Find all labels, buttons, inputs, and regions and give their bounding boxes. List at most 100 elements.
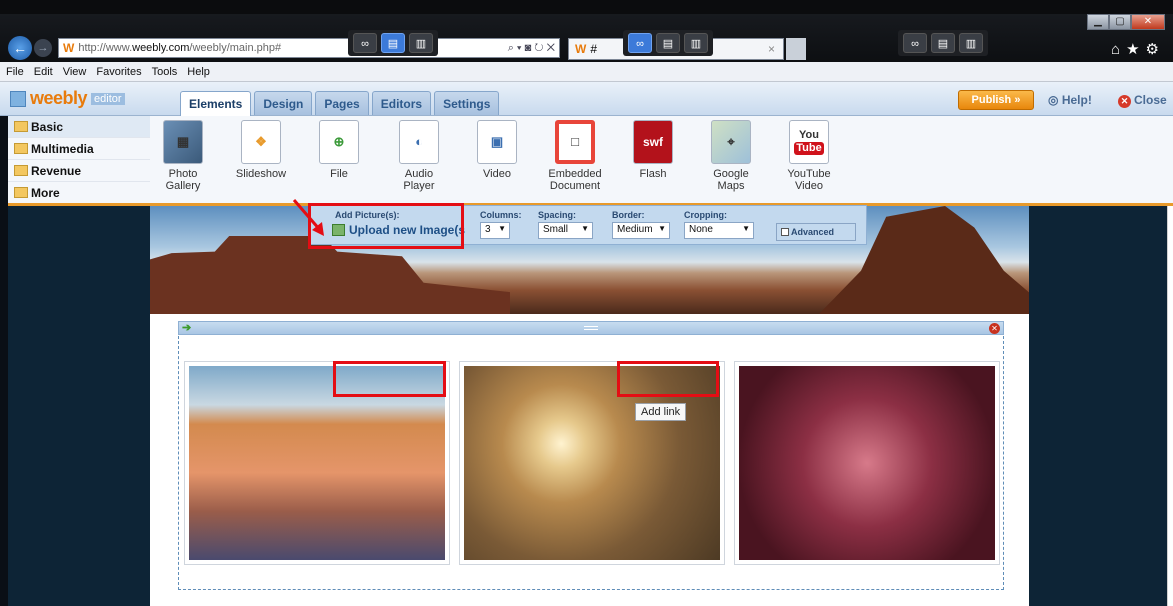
window-controls: ▁ ▢ ✕ — [1087, 14, 1165, 30]
cropping-select[interactable]: None ▼ — [684, 222, 754, 239]
tab-title: # — [590, 42, 598, 56]
chevron-down-icon: ▼ — [658, 224, 666, 233]
drag-grip-icon[interactable] — [584, 326, 598, 330]
trash-icon[interactable]: ▥ — [409, 33, 433, 53]
columns-select[interactable]: 3 ▼ — [480, 222, 510, 239]
window-close-button[interactable]: ✕ — [1131, 14, 1165, 30]
folder-icon — [14, 121, 28, 132]
category-basic[interactable]: Basic — [8, 116, 150, 138]
highlight-photo-1-actions — [333, 361, 446, 397]
category-more[interactable]: More — [8, 182, 150, 204]
spacing-select[interactable]: Small ▼ — [538, 222, 593, 239]
link-icon[interactable]: ∞ — [903, 33, 927, 53]
close-icon: ✕ — [1118, 95, 1131, 108]
element-google-maps[interactable]: ⌖ Google Maps — [698, 120, 764, 192]
weebly-logo: weebly editor — [10, 88, 125, 109]
caption-icon[interactable]: ▤ — [656, 33, 680, 53]
category-label: Basic — [31, 119, 64, 134]
add-link-tooltip: Add link — [635, 403, 687, 421]
spacing-value: Small — [543, 224, 569, 235]
tab-editors[interactable]: Editors — [371, 91, 432, 115]
back-button[interactable]: ← — [8, 36, 32, 60]
google-maps-icon: ⌖ — [711, 120, 751, 164]
element-label: Photo Gallery — [165, 168, 201, 192]
help-icon: ◎ — [1048, 93, 1062, 107]
advanced-checkbox[interactable] — [781, 228, 789, 236]
audio-player-icon: ◐ — [399, 120, 439, 164]
logo-text: weebly — [30, 88, 88, 108]
category-revenue[interactable]: Revenue — [8, 160, 150, 182]
element-label: Embedded Document — [548, 168, 602, 192]
gallery-handle-bar[interactable]: ➔ ✕ — [178, 321, 1004, 335]
trash-icon[interactable]: ▥ — [684, 33, 708, 53]
close-label: Close — [1134, 93, 1167, 107]
spacing-label: Spacing: — [538, 210, 577, 220]
photo-gallery — [178, 336, 1004, 590]
element-flash[interactable]: swf Flash — [620, 120, 686, 180]
logo-suffix: editor — [91, 92, 125, 105]
address-tools[interactable]: ⌕ ▾ ◙ ↻ ✕ — [508, 42, 555, 55]
gallery-photo-3[interactable] — [734, 361, 1000, 565]
category-multimedia[interactable]: Multimedia — [8, 138, 150, 160]
border-select[interactable]: Medium ▼ — [612, 222, 670, 239]
category-label: Revenue — [31, 163, 82, 178]
element-embedded-document[interactable]: □ Embedded Document — [542, 120, 608, 192]
delete-gallery-icon[interactable]: ✕ — [989, 323, 1000, 334]
columns-value: 3 — [485, 224, 491, 235]
frosted-leaves-image — [739, 366, 995, 560]
tab-design[interactable]: Design — [254, 91, 313, 115]
element-file[interactable]: ⊕ File — [306, 120, 372, 180]
menu-tools[interactable]: Tools — [152, 66, 178, 78]
vertical-scrollbar[interactable] — [1167, 206, 1173, 606]
photo-3-actions: ∞ ▤ ▥ — [898, 30, 988, 56]
chevron-down-icon: ▼ — [498, 224, 506, 233]
menu-view[interactable]: View — [63, 66, 87, 78]
element-slideshow[interactable]: ❖ Slideshow — [228, 120, 294, 180]
element-youtube-video[interactable]: You Tube YouTube Video — [776, 120, 842, 192]
element-label: File — [330, 168, 348, 180]
element-photo-gallery[interactable]: ▦ Photo Gallery — [150, 120, 216, 192]
tab-pages[interactable]: Pages — [315, 91, 369, 115]
new-tab-button[interactable] — [786, 38, 806, 60]
weebly-cube-icon — [10, 90, 26, 107]
tab-elements[interactable]: Elements — [180, 91, 252, 116]
editor-close-button[interactable]: ✕ Close — [1118, 93, 1167, 108]
menu-edit[interactable]: Edit — [34, 66, 53, 78]
menu-help[interactable]: Help — [187, 66, 210, 78]
help-label: Help! — [1061, 93, 1092, 107]
element-video[interactable]: ▣ Video — [464, 120, 530, 180]
youtube-icon: You Tube — [789, 120, 829, 164]
caption-icon[interactable]: ▤ — [381, 33, 405, 53]
caption-icon[interactable]: ▤ — [931, 33, 955, 53]
folder-icon — [14, 187, 28, 198]
element-label: Video — [483, 168, 511, 180]
home-icon[interactable]: ⌂ — [1111, 41, 1126, 58]
minimize-button[interactable]: ▁ — [1087, 14, 1109, 30]
element-audio-player[interactable]: ◐ Audio Player — [386, 120, 452, 192]
move-arrow-icon[interactable]: ➔ — [182, 321, 191, 334]
forward-button[interactable]: → — [34, 39, 52, 57]
address-url: http://www.weebly.com/weebly/main.php# — [78, 42, 282, 54]
tab-close-icon[interactable]: × — [768, 42, 775, 56]
category-label: More — [31, 185, 60, 200]
link-icon[interactable]: ∞ — [628, 33, 652, 53]
youtube-top-text: You — [799, 129, 819, 141]
address-bar[interactable]: W http://www.weebly.com/weebly/main.php#… — [58, 38, 560, 58]
maximize-button[interactable]: ▢ — [1109, 14, 1131, 30]
link-icon[interactable]: ∞ — [353, 33, 377, 53]
trash-icon[interactable]: ▥ — [959, 33, 983, 53]
cropping-label: Cropping: — [684, 210, 727, 220]
chevron-down-icon: ▼ — [742, 224, 750, 233]
advanced-label: Advanced — [791, 227, 835, 237]
help-link[interactable]: ◎ Help! — [1048, 93, 1092, 107]
settings-gear-icon[interactable]: ⚙ — [1146, 41, 1165, 58]
publish-button[interactable]: Publish » — [958, 90, 1034, 110]
advanced-toggle[interactable]: Advanced — [776, 223, 856, 241]
tab-settings[interactable]: Settings — [434, 91, 500, 115]
menu-favorites[interactable]: Favorites — [96, 66, 141, 78]
menu-bar: File Edit View Favorites Tools Help — [0, 62, 1173, 82]
menu-file[interactable]: File — [6, 66, 24, 78]
favorites-star-icon[interactable]: ★ — [1126, 41, 1145, 58]
browser-toolbar-icons: ⌂★⚙ — [1111, 40, 1165, 58]
element-label: YouTube Video — [787, 168, 831, 192]
